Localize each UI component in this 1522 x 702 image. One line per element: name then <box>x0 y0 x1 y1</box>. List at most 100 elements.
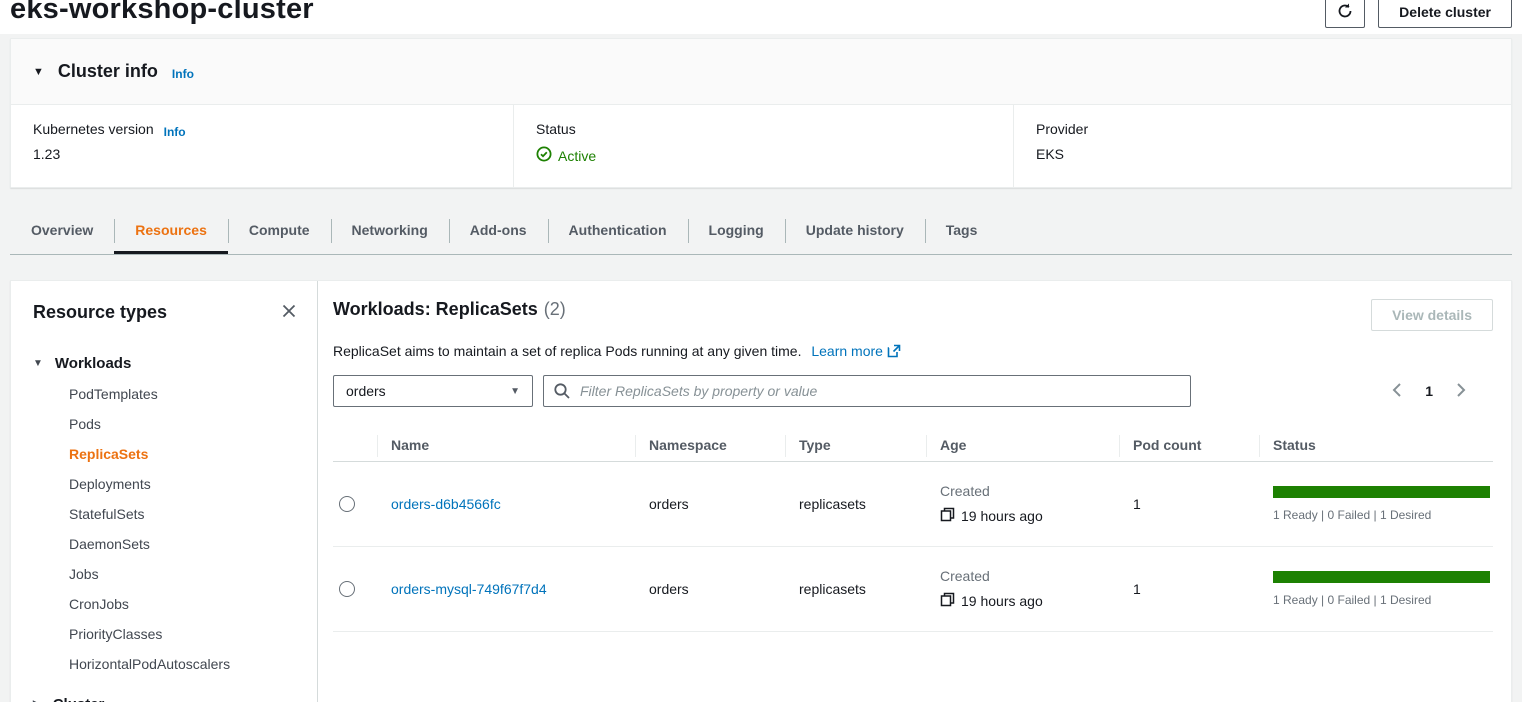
close-icon <box>281 303 297 322</box>
replicasets-main: Workloads: ReplicaSets (2) View details R… <box>318 281 1511 702</box>
tab-logging[interactable]: Logging <box>688 208 785 254</box>
caret-down-icon: ▼ <box>33 358 43 369</box>
cell-type: replicasets <box>785 581 926 597</box>
status-bar <box>1273 486 1490 498</box>
replicasets-description: ReplicaSet aims to maintain a set of rep… <box>333 342 1493 359</box>
status-text: 1 Ready | 0 Failed | 1 Desired <box>1273 508 1493 522</box>
chevron-left-icon <box>1391 382 1402 401</box>
replicaset-link[interactable]: orders-d6b4566fc <box>391 496 501 512</box>
page-header: eks-workshop-cluster Delete cluster <box>0 0 1522 35</box>
replicasets-heading-text: Workloads: ReplicaSets <box>333 299 538 319</box>
status-field: Status Active <box>513 105 1013 188</box>
replicasets-count: (2) <box>544 299 566 319</box>
replicasets-heading: Workloads: ReplicaSets (2) <box>333 299 566 320</box>
copy-icon[interactable] <box>940 592 955 610</box>
sidebar-item-priorityclasses[interactable]: PriorityClasses <box>69 619 299 649</box>
tab-overview[interactable]: Overview <box>10 208 114 254</box>
cell-status: 1 Ready | 0 Failed | 1 Desired <box>1259 571 1493 607</box>
tab-resources[interactable]: Resources <box>114 208 228 254</box>
table-header: Name Namespace Type Age Pod count Status <box>333 428 1493 462</box>
cell-pod-count: 1 <box>1119 581 1259 597</box>
tab-compute[interactable]: Compute <box>228 208 331 254</box>
provider-value: EKS <box>1036 146 1511 162</box>
cluster-info-title: Cluster info <box>58 61 158 82</box>
status-bar <box>1273 571 1490 583</box>
workloads-list: PodTemplates Pods ReplicaSets Deployment… <box>33 379 299 679</box>
kubernetes-version-value: 1.23 <box>33 146 513 162</box>
learn-more-text: Learn more <box>811 343 883 359</box>
replicaset-link[interactable]: orders-mysql-749f67f7d4 <box>391 581 547 597</box>
sidebar-item-statefulsets[interactable]: StatefulSets <box>69 499 299 529</box>
learn-more-link[interactable]: Learn more <box>811 343 901 359</box>
row-radio-button[interactable] <box>339 581 355 597</box>
table-row: orders-d6b4566fc orders replicasets Crea… <box>333 462 1493 547</box>
column-header-pod-count: Pod count <box>1119 437 1259 453</box>
status-value: Active <box>558 148 596 164</box>
cell-namespace: orders <box>635 496 785 512</box>
filter-row: orders ▼ 1 <box>333 375 1493 407</box>
refresh-icon <box>1336 2 1354 23</box>
header-actions: Delete cluster <box>1325 0 1512 28</box>
column-header-type: Type <box>785 437 926 453</box>
resources-panel: Resource types ▼ Workloads PodTemplates … <box>10 280 1512 702</box>
cell-type: replicasets <box>785 496 926 512</box>
sidebar-item-daemonsets[interactable]: DaemonSets <box>69 529 299 559</box>
table-row: orders-mysql-749f67f7d4 orders replicase… <box>333 547 1493 632</box>
age-created-label: Created <box>940 568 1119 584</box>
cluster-info-header[interactable]: ▼ Cluster info Info <box>11 39 1511 105</box>
page-title: eks-workshop-cluster <box>10 0 314 26</box>
cell-namespace: orders <box>635 581 785 597</box>
close-sidebar-button[interactable] <box>279 301 299 324</box>
sidebar-item-pods[interactable]: Pods <box>69 409 299 439</box>
sidebar-group-workloads[interactable]: ▼ Workloads <box>33 355 299 372</box>
cell-age: Created 19 hours ago <box>926 483 1119 525</box>
sidebar-item-deployments[interactable]: Deployments <box>69 469 299 499</box>
tab-add-ons[interactable]: Add-ons <box>449 208 548 254</box>
sidebar-item-replicasets[interactable]: ReplicaSets <box>69 439 299 469</box>
provider-field: Provider EKS <box>1013 105 1511 188</box>
namespace-filter-dropdown[interactable]: orders ▼ <box>333 375 533 407</box>
current-page-number[interactable]: 1 <box>1425 383 1433 399</box>
provider-label: Provider <box>1036 121 1088 137</box>
next-page-button[interactable] <box>1456 382 1467 401</box>
tab-update-history[interactable]: Update history <box>785 208 925 254</box>
sidebar-item-podtemplates[interactable]: PodTemplates <box>69 379 299 409</box>
sidebar-group-label: Cluster <box>53 696 105 702</box>
filter-search-input[interactable] <box>543 375 1191 407</box>
sidebar-item-horizontalpodautoscalers[interactable]: HorizontalPodAutoscalers <box>69 649 299 679</box>
pagination: 1 <box>1391 382 1493 401</box>
tab-authentication[interactable]: Authentication <box>548 208 688 254</box>
column-header-namespace: Namespace <box>635 437 785 453</box>
sidebar-item-jobs[interactable]: Jobs <box>69 559 299 589</box>
caret-down-icon: ▼ <box>510 386 520 397</box>
sidebar-item-cronjobs[interactable]: CronJobs <box>69 589 299 619</box>
chevron-right-icon <box>1456 382 1467 401</box>
cluster-info-info-link[interactable]: Info <box>172 67 194 81</box>
row-radio-button[interactable] <box>339 496 355 512</box>
kubernetes-version-field: Kubernetes version Info 1.23 <box>11 105 513 188</box>
view-details-button[interactable]: View details <box>1371 299 1493 331</box>
age-value: 19 hours ago <box>961 593 1043 609</box>
copy-icon[interactable] <box>940 507 955 525</box>
kubernetes-version-info-link[interactable]: Info <box>164 125 186 139</box>
tab-networking[interactable]: Networking <box>331 208 449 254</box>
delete-cluster-button[interactable]: Delete cluster <box>1378 0 1512 28</box>
cell-pod-count: 1 <box>1119 496 1259 512</box>
column-header-status: Status <box>1259 437 1493 453</box>
namespace-filter-value: orders <box>346 383 386 399</box>
age-created-label: Created <box>940 483 1119 499</box>
sidebar-group-cluster[interactable]: ▶ Cluster <box>33 696 299 702</box>
column-header-age: Age <box>926 437 1119 453</box>
tab-tags[interactable]: Tags <box>925 208 999 254</box>
status-text: 1 Ready | 0 Failed | 1 Desired <box>1273 593 1493 607</box>
cell-status: 1 Ready | 0 Failed | 1 Desired <box>1259 486 1493 522</box>
eks-cluster-page: eks-workshop-cluster Delete cluster ▼ Cl… <box>0 0 1522 702</box>
refresh-button[interactable] <box>1325 0 1365 28</box>
column-header-name: Name <box>377 437 635 453</box>
previous-page-button[interactable] <box>1391 382 1402 401</box>
description-text: ReplicaSet aims to maintain a set of rep… <box>333 343 801 359</box>
kubernetes-version-label: Kubernetes version <box>33 121 154 137</box>
resource-types-title: Resource types <box>33 302 167 323</box>
external-link-icon <box>887 345 901 361</box>
cluster-info-card: ▼ Cluster info Info Kubernetes version I… <box>10 38 1512 188</box>
